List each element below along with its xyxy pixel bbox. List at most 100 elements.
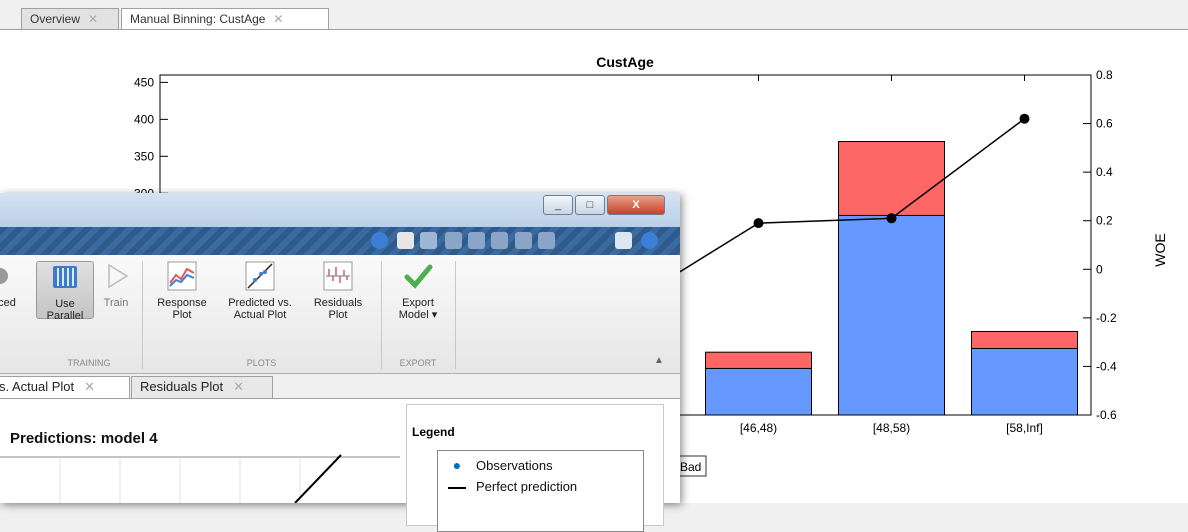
section-plots-label: PLOTS — [246, 358, 277, 368]
legend-box: ● Observations Perfect prediction — [437, 450, 644, 532]
advanced-button-label: ced — [0, 297, 16, 309]
left-tick-label: 450 — [134, 75, 154, 89]
cut-icon[interactable] — [445, 232, 462, 249]
close-icon[interactable]: ✕ — [233, 379, 244, 394]
left-axis-ticks: 450400350300 — [134, 75, 168, 200]
train-button[interactable]: Train — [96, 261, 136, 309]
residuals-plot-label: Residuals Plot — [313, 297, 363, 321]
window-titlebar: _ □ X — [0, 193, 680, 227]
close-icon[interactable]: ✕ — [84, 379, 95, 394]
regression-learner-window: _ □ X ced Use Parallel Train Response Pl… — [0, 193, 680, 532]
predictions-plot-title: Predictions: model 4 — [10, 430, 158, 447]
close-icon[interactable]: ✕ — [88, 12, 98, 26]
help-search-icon[interactable] — [371, 232, 388, 249]
redo-icon[interactable] — [538, 232, 555, 249]
close-button[interactable]: X — [607, 195, 665, 215]
ribbon-separator — [455, 261, 456, 369]
maximize-button[interactable]: □ — [575, 195, 605, 215]
tab-overview[interactable]: Overview ✕ — [21, 8, 119, 30]
ribbon-separator — [142, 261, 143, 369]
section-export-label: EXPORT — [399, 358, 437, 368]
tab-manual-binning-label: Manual Binning: CustAge — [130, 12, 266, 26]
help-icon[interactable] — [641, 232, 658, 249]
right-tick-label: 0.2 — [1096, 214, 1113, 228]
tab-overview-label: Overview — [30, 12, 81, 26]
copy-icon[interactable] — [468, 232, 485, 249]
parallel-icon — [50, 262, 80, 292]
export-model-button[interactable]: Export Model ▾ — [388, 261, 448, 321]
quick-access-toolbar — [0, 227, 680, 255]
tab-predicted-actual[interactable]: s. Actual Plot ✕ — [0, 376, 130, 398]
advanced-button[interactable]: ced — [0, 261, 22, 309]
predictions-plot-area: Predictions: model 4 Legend ● Observation… — [0, 399, 680, 532]
gear-icon — [0, 261, 22, 291]
toolstrip-ribbon: ced Use Parallel Train Response Plot Pre… — [0, 255, 680, 374]
partial-legend-text: Bad — [680, 460, 701, 474]
right-tick-label: 0.4 — [1096, 165, 1113, 179]
predicted-actual-label: Predicted vs. Actual Plot — [228, 297, 292, 321]
right-axis-ticks: 0.8 0.6 0.4 0.2 0 -0.2 -0.4 -0.6 — [1083, 68, 1117, 422]
residuals-plot-button[interactable]: Residuals Plot — [308, 261, 368, 321]
checkmark-icon — [403, 261, 433, 291]
bar-good — [971, 347, 1078, 416]
paste-icon[interactable] — [491, 232, 508, 249]
legend-observations-label: Observations — [476, 458, 553, 473]
bar-good — [705, 367, 812, 416]
legend-item-observations: ● Observations — [438, 457, 553, 473]
chart-title: CustAge — [596, 54, 654, 70]
collapse-ribbon-icon[interactable]: ▲ — [654, 355, 664, 366]
right-tick-label: 0.6 — [1096, 117, 1113, 131]
left-tick-label: 400 — [134, 112, 154, 126]
right-tick-label: 0.8 — [1096, 68, 1113, 82]
legend-item-perfect-prediction: Perfect prediction — [438, 479, 577, 494]
x-tick-label: [48,58) — [873, 421, 910, 435]
bar-bad — [705, 351, 812, 369]
response-plot-button[interactable]: Response Plot — [148, 261, 216, 321]
document-tabstrip: Overview ✕ Manual Binning: CustAge ✕ — [0, 0, 1188, 31]
response-plot-label: Response Plot — [157, 297, 207, 321]
new-icon[interactable] — [397, 232, 414, 249]
x-tick-label: [58,Inf] — [1006, 421, 1043, 435]
use-parallel-label: Use Parallel — [46, 298, 84, 322]
bar-good — [838, 214, 945, 416]
perfect-prediction-line — [294, 454, 342, 503]
minimize-button[interactable]: _ — [543, 195, 573, 215]
plot-doc-tabs: s. Actual Plot ✕ Residuals Plot ✕ — [0, 374, 680, 399]
section-training-label: TRAINING — [67, 358, 111, 368]
train-label: Train — [103, 297, 129, 309]
undo-icon[interactable] — [515, 232, 532, 249]
woe-point — [753, 218, 764, 229]
use-parallel-button[interactable]: Use Parallel — [36, 261, 94, 322]
residuals-plot-icon — [323, 261, 353, 291]
woe-point — [1019, 113, 1030, 124]
dock-icon[interactable] — [615, 232, 632, 249]
bar-bad — [838, 141, 945, 216]
predicted-actual-button[interactable]: Predicted vs. Actual Plot — [220, 261, 300, 321]
close-icon[interactable]: ✕ — [273, 12, 283, 26]
line-marker-icon — [438, 479, 476, 494]
tab-residuals-plot[interactable]: Residuals Plot ✕ — [131, 376, 273, 398]
woe-point — [886, 213, 897, 224]
play-icon — [101, 261, 131, 291]
tab-manual-binning[interactable]: Manual Binning: CustAge ✕ — [121, 8, 329, 31]
plot-gridlines — [59, 459, 301, 503]
left-tick-label: 350 — [134, 149, 154, 163]
right-tick-label: -0.2 — [1096, 311, 1117, 325]
predictions-plot-svg — [0, 454, 400, 503]
tab-predicted-actual-label: s. Actual Plot — [0, 379, 75, 394]
right-axis-label: WOE — [1152, 233, 1168, 266]
ribbon-separator — [381, 261, 382, 369]
bar-bad — [971, 330, 1078, 349]
legend-title: Legend — [412, 425, 455, 439]
right-tick-label: 0 — [1096, 262, 1103, 276]
tab-residuals-label: Residuals Plot — [140, 379, 224, 394]
legend-panel: Legend ● Observations Perfect prediction — [406, 404, 664, 532]
save-icon[interactable] — [420, 232, 437, 249]
right-tick-label: -0.4 — [1096, 359, 1117, 373]
x-tick-label: [46,48) — [740, 421, 777, 435]
response-plot-icon — [167, 261, 197, 291]
observation-marker-icon: ● — [452, 457, 462, 473]
predicted-actual-icon — [245, 261, 275, 291]
right-tick-label: -0.6 — [1096, 408, 1117, 422]
export-model-label: Export Model ▾ — [398, 297, 438, 321]
